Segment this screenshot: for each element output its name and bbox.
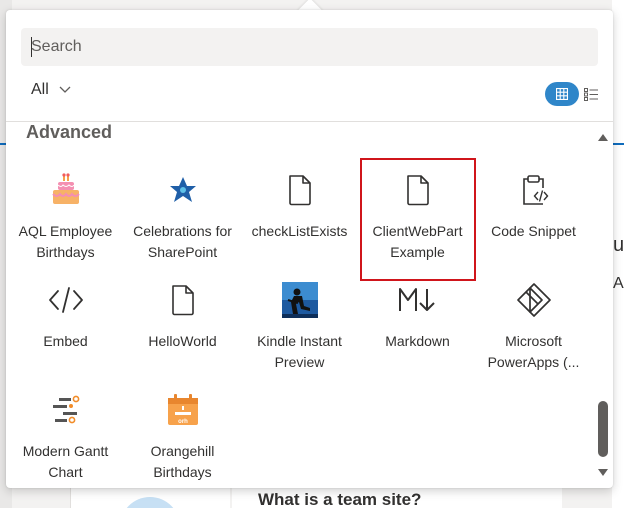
gantt-icon [46,390,86,430]
grid-icon [556,88,568,100]
webpart-tile-modern-gantt-chart[interactable]: Modern Gantt Chart [8,390,123,483]
webpart-tile-embed[interactable]: Embed [8,280,123,352]
list-icon [584,87,598,101]
clipboard-code-icon [514,170,554,210]
tile-label: Microsoft PowerApps (... [487,333,580,370]
chevron-down-icon [59,86,71,93]
tile-label: HelloWorld [148,333,217,349]
background-partial-text: u [613,234,624,256]
svg-text:orh: orh [178,419,188,425]
tile-label: checkListExists [251,223,348,239]
search-input[interactable] [21,28,598,66]
caret-up-icon [598,133,608,141]
document-icon [163,280,203,320]
webpart-tile-celebrations-for-sharepoint[interactable]: Celebrations for SharePoint [125,170,240,263]
webpart-tile-orangehill-birthdays[interactable]: orh Orangehill Birthdays [125,390,240,483]
tile-label: Markdown [385,333,450,349]
text-caret [31,37,32,57]
scrollbar-thumb[interactable] [598,401,608,457]
background-partial-text: A [613,275,624,292]
document-icon [398,170,438,210]
webpart-tile-microsoft-powerapps[interactable]: Microsoft PowerApps (... [476,280,591,373]
caret-down-icon [598,468,608,476]
webpart-tile-markdown[interactable]: Markdown [360,280,475,352]
grid-view-button[interactable] [545,82,579,106]
kindle-icon [280,280,320,320]
list-view-button[interactable] [583,86,599,102]
search-box[interactable] [21,28,598,66]
tile-label: Modern Gantt Chart [22,443,109,480]
birthday-cake-icon [46,170,86,210]
section-title: Advanced [26,122,113,142]
webpart-tile-code-snippet[interactable]: Code Snippet [476,170,591,242]
webpart-tile-checklistexists[interactable]: checkListExists [242,170,357,242]
webpart-tile-kindle-instant-preview[interactable]: Kindle Instant Preview [242,280,357,373]
markdown-icon [398,280,438,320]
document-icon [280,170,320,210]
scroll-up-button[interactable] [596,130,610,144]
category-filter-dropdown[interactable]: All [31,81,71,99]
code-brackets-icon [46,280,86,320]
tile-label: Orangehill Birthdays [150,443,215,480]
view-toggle [545,82,599,106]
tile-label: Embed [43,333,88,349]
webpart-tile-aql-employee-birthdays[interactable]: AQL Employee Birthdays [8,170,123,263]
background-heading: What is a team site? [258,490,422,508]
webpart-tile-clientwebpart-example[interactable]: ClientWebPart Example [360,158,476,281]
webpart-tile-helloworld[interactable]: HelloWorld [125,280,240,352]
star-badge-icon [163,170,203,210]
scroll-down-button[interactable] [596,465,610,479]
tile-label: Celebrations for SharePoint [133,223,232,260]
tile-label: AQL Employee Birthdays [18,223,113,260]
tile-label: Code Snippet [491,223,576,239]
tile-label: Kindle Instant Preview [257,333,342,370]
calendar-cake-icon: orh [163,390,203,430]
tile-label: ClientWebPart Example [372,223,463,260]
filter-selected-value: All [31,81,49,98]
background-accent-line-right [612,143,624,145]
webpart-toolbox: All Advanced [6,10,613,488]
powerapps-icon [514,280,554,320]
